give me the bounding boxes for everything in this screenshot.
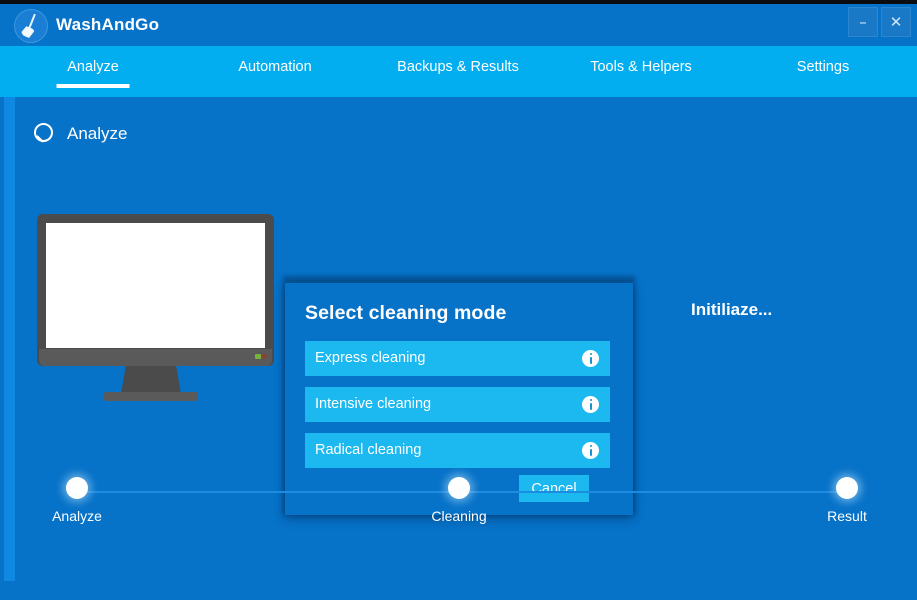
cleaning-mode-label: Intensive cleaning — [315, 396, 432, 412]
monitor-stand-neck — [121, 366, 181, 394]
broom-handle-shape — [28, 13, 36, 30]
close-button[interactable]: ✕ — [881, 7, 911, 37]
tab-backups-results[interactable]: Backups & Results — [397, 59, 519, 75]
magnifier-lens-shape — [34, 123, 53, 142]
stepper-dot[interactable] — [836, 477, 858, 499]
stepper-dot[interactable] — [66, 477, 88, 499]
minimize-button[interactable]: – — [848, 7, 878, 37]
nav-items-container: Analyze Automation Backups & Results Tools … — [0, 46, 917, 97]
main-navigation: Analyze Automation Backups & Results Tools … — [0, 46, 917, 97]
cleaning-mode-label: Radical cleaning — [315, 442, 422, 458]
left-accent-stripe — [4, 97, 15, 581]
stepper-label: Result — [827, 508, 867, 524]
status-text: Initiliaze... — [691, 300, 773, 319]
title-bar: WashAndGo – ✕ — [0, 4, 917, 46]
cleaning-mode-option[interactable]: Intensive cleaning — [305, 387, 610, 422]
progress-stepper: Analyze Cleaning Result — [15, 472, 900, 552]
content-panel: Initiliaze... Select cleaning mode Expre… — [15, 165, 900, 581]
monitor-power-led-icon — [255, 354, 261, 359]
stepper-dot[interactable] — [448, 477, 470, 499]
page-title: Analyze — [67, 124, 128, 143]
cleaning-mode-option[interactable]: Radical cleaning — [305, 433, 610, 468]
window-body: Analyze Initiliaze... Select cleaning mo… — [0, 97, 917, 600]
magnifier-icon — [32, 122, 60, 150]
info-icon[interactable] — [582, 350, 599, 367]
stepper-label: Analyze — [52, 508, 102, 524]
cleaning-mode-option[interactable]: Express cleaning — [305, 341, 610, 376]
info-icon[interactable] — [582, 442, 599, 459]
tab-settings[interactable]: Settings — [797, 59, 849, 75]
computer-monitor-illustration — [37, 214, 274, 401]
app-logo — [14, 9, 48, 43]
section-header: Analyze — [15, 113, 900, 159]
dialog-title: Select cleaning mode — [305, 302, 507, 324]
monitor-stand-base — [104, 392, 198, 401]
cleaning-mode-label: Express cleaning — [315, 350, 426, 366]
stepper-label: Cleaning — [431, 508, 487, 524]
window-controls: – ✕ — [848, 4, 917, 40]
active-tab-indicator — [56, 84, 130, 88]
app-title: WashAndGo — [56, 15, 160, 34]
tab-analyze[interactable]: Analyze — [67, 59, 119, 75]
tab-automation[interactable]: Automation — [238, 59, 311, 75]
broom-circle-icon — [14, 9, 48, 43]
broom-head-shape — [20, 25, 36, 39]
application-window: WashAndGo – ✕ Analyze Automation Backups &… — [0, 0, 917, 600]
tab-tools-helpers[interactable]: Tools & Helpers — [590, 59, 692, 75]
monitor-chin — [39, 349, 272, 366]
monitor-screen — [46, 223, 265, 348]
info-icon[interactable] — [582, 396, 599, 413]
monitor-secondary-led-icon — [262, 354, 267, 359]
